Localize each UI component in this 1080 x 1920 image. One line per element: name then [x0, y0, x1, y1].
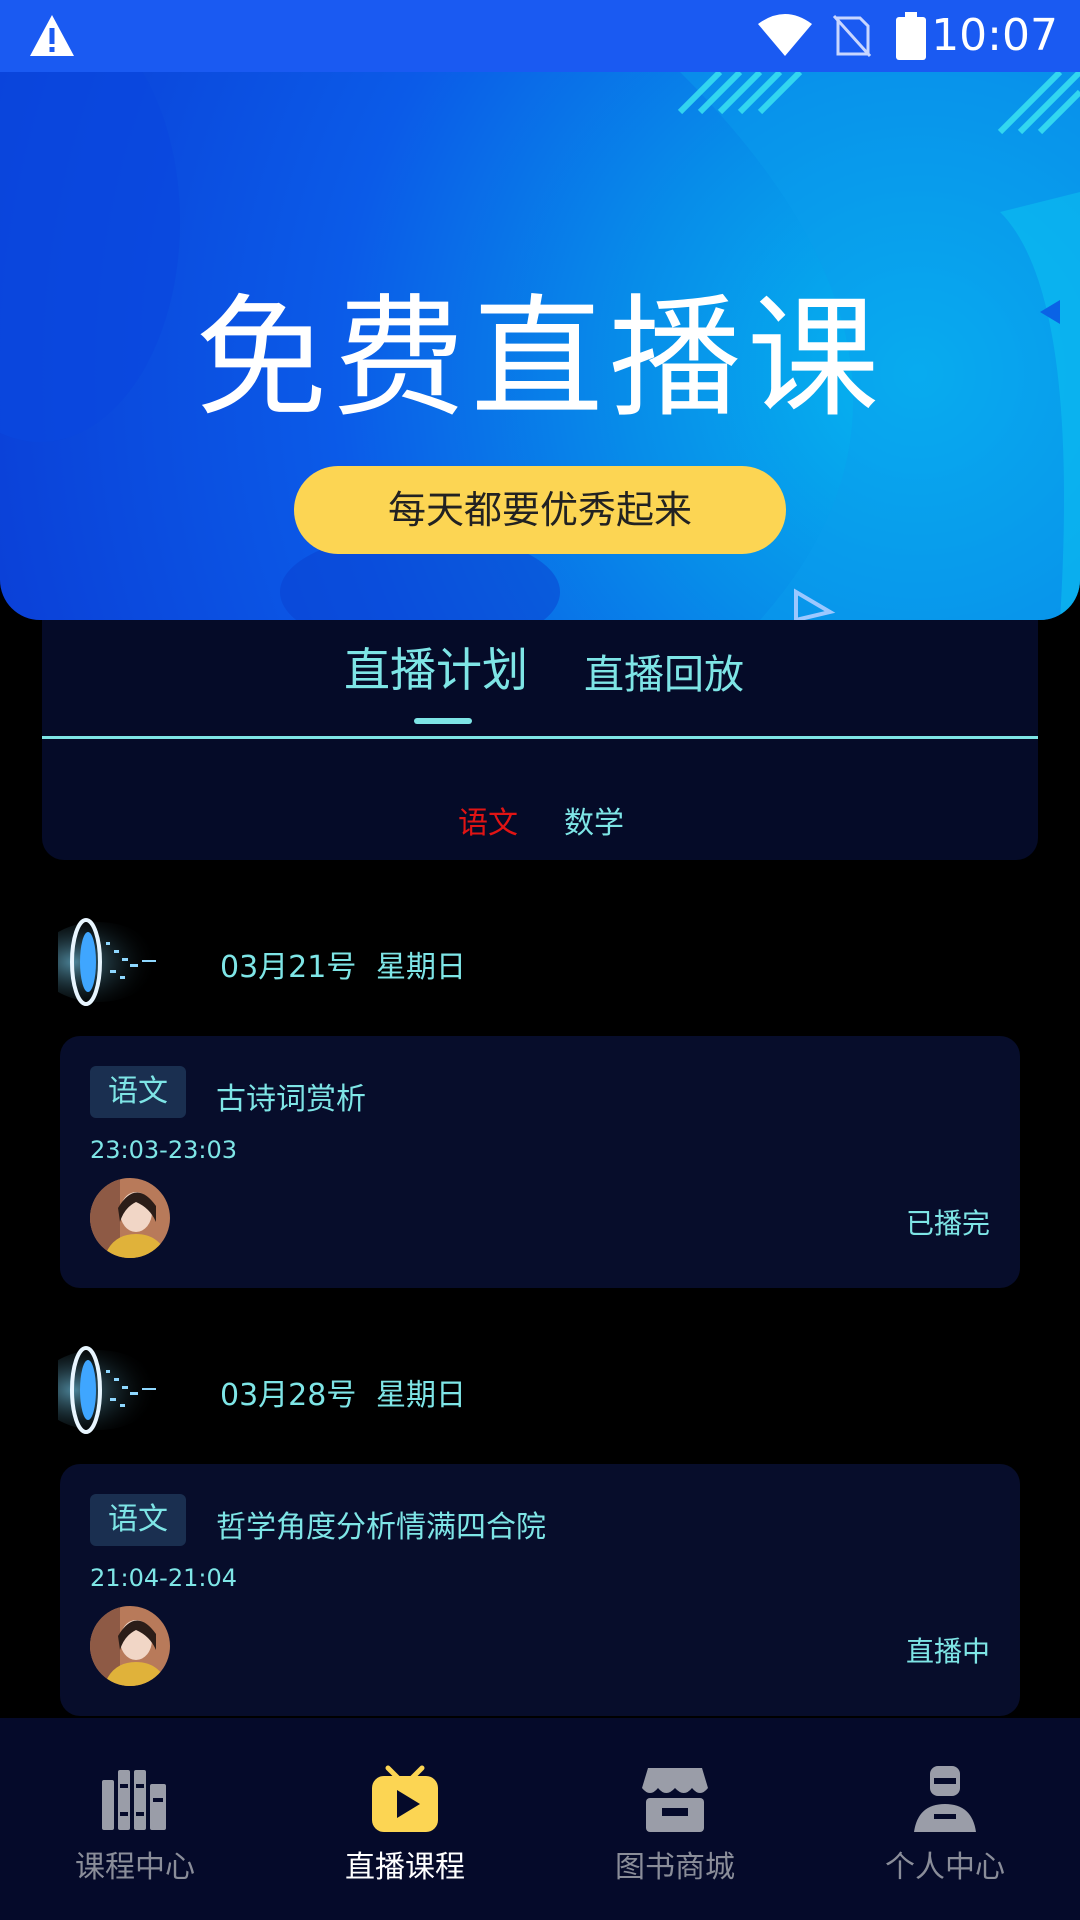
- subject-filter-math[interactable]: 数学: [564, 798, 624, 842]
- lesson-card[interactable]: 语文 古诗词赏析 23:03-23:03 已播完: [60, 1036, 1020, 1288]
- lesson-title: 哲学角度分析情满四合院: [216, 1510, 546, 1545]
- tab-live-plan[interactable]: 直播计划: [344, 634, 528, 700]
- lesson-title: 古诗词赏析: [216, 1082, 366, 1117]
- nav-label: 直播课程: [345, 1850, 465, 1885]
- day-weekday: 星期日: [376, 1378, 466, 1413]
- subject-filter-chinese[interactable]: 语文: [458, 798, 518, 842]
- active-tab-indicator: [414, 718, 472, 724]
- portal-icon: [58, 918, 158, 1006]
- day-header: 03月28号 星期日: [58, 1340, 958, 1440]
- tab-live-replay[interactable]: 直播回放: [584, 642, 744, 700]
- tv-play-icon: [372, 1765, 438, 1832]
- no-sim-icon: [832, 14, 872, 58]
- lesson-time: 21:04-21:04: [90, 1564, 237, 1592]
- banner-title: 免费直播课: [195, 282, 885, 436]
- wifi-icon: [758, 14, 812, 56]
- day-date: 03月21号: [220, 950, 357, 985]
- store-icon: [642, 1768, 708, 1832]
- day-weekday: 星期日: [376, 950, 466, 985]
- status-time: 10:07: [931, 10, 1058, 61]
- lesson-card[interactable]: 语文 哲学角度分析情满四合院 21:04-21:04 直播中: [60, 1464, 1020, 1716]
- bottom-nav: 课程中心 直播课程 图书商城 个人中心: [0, 1718, 1080, 1920]
- battery-icon: [896, 12, 926, 60]
- promo-banner[interactable]: 免费直播课 每天都要优秀起来: [0, 72, 1080, 620]
- tab-divider: [42, 736, 1038, 739]
- day-date: 03月28号: [220, 1378, 357, 1413]
- lesson-status: 已播完: [905, 1207, 990, 1240]
- nav-label: 个人中心: [885, 1850, 1005, 1885]
- status-bar: 10:07: [0, 0, 1080, 72]
- day-header: 03月21号 星期日: [58, 912, 958, 1012]
- books-icon: [102, 1770, 166, 1830]
- person-icon: [914, 1766, 976, 1832]
- teacher-avatar: [90, 1178, 170, 1258]
- nav-book-store[interactable]: 图书商城: [540, 1718, 810, 1920]
- live-tab-panel: 直播计划 直播回放 语文 数学: [42, 620, 1038, 860]
- subject-tag: 语文: [90, 1494, 186, 1546]
- portal-icon: [58, 1346, 158, 1434]
- nav-label: 课程中心: [75, 1850, 195, 1885]
- lesson-time: 23:03-23:03: [90, 1136, 237, 1164]
- nav-label: 图书商城: [615, 1850, 735, 1885]
- nav-live-courses[interactable]: 直播课程: [270, 1718, 540, 1920]
- nav-course-center[interactable]: 课程中心: [0, 1718, 270, 1920]
- lesson-status: 直播中: [905, 1635, 990, 1668]
- banner-cta-button[interactable]: 每天都要优秀起来: [294, 466, 786, 554]
- subject-tag: 语文: [90, 1066, 186, 1118]
- nav-personal-center[interactable]: 个人中心: [810, 1718, 1080, 1920]
- teacher-avatar: [90, 1606, 170, 1686]
- warning-icon: [30, 15, 74, 56]
